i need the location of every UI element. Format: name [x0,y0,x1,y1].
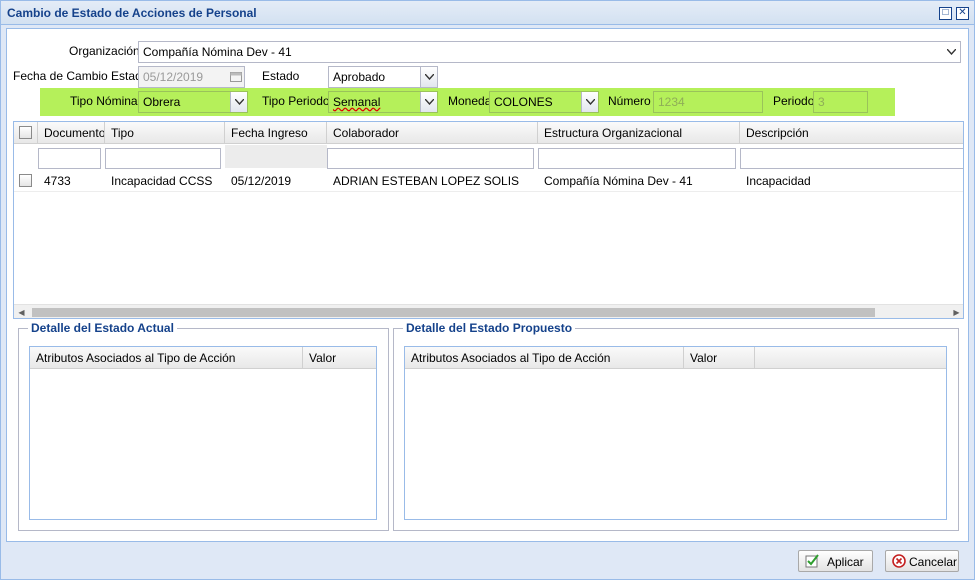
acciones-grid: Documento Tipo Fecha Ingreso Colaborador… [13,121,964,319]
fecha-value: 05/12/2019 [143,70,204,84]
filter-descripcion-input[interactable] [740,148,963,169]
numero-label: Número [608,94,651,108]
estado-value: Aprobado [333,70,386,84]
moneda-combo[interactable]: COLONES [489,91,599,113]
tipo-nomina-combo[interactable]: Obrera [138,91,248,113]
tipo-periodo-value: Semanal [333,95,381,109]
title-bar[interactable]: Cambio de Estado de Acciones de Personal… [1,1,974,25]
tipo-nomina-label: Tipo Nómina [70,94,138,108]
col-descripcion[interactable]: Descripción [740,122,963,144]
cell-fecha-ingreso: 05/12/2019 [231,174,292,188]
cell-estructura: Compañía Nómina Dev - 41 [544,174,693,188]
table-row[interactable]: 4733 Incapacidad CCSS 05/12/2019 ADRIAN … [14,169,963,192]
fecha-label: Fecha de Cambio Estado [13,69,149,83]
estado-combo[interactable]: Aprobado [328,66,438,88]
tipo-periodo-label: Tipo Periodo [262,94,330,108]
chevron-down-icon[interactable] [420,92,437,112]
organizacion-label: Organización [69,44,140,58]
select-all-cell [14,122,38,144]
cancelar-label: Cancelar [909,555,958,569]
scrollbar-thumb[interactable] [32,308,875,317]
col-valor[interactable]: Valor [684,347,755,369]
col-atributos[interactable]: Atributos Asociados al Tipo de Acción [30,347,303,369]
chevron-down-icon[interactable] [581,92,598,112]
chevron-down-icon[interactable] [230,92,247,112]
dialog-window: Cambio de Estado de Acciones de Personal… [0,0,975,580]
col-atributos[interactable]: Atributos Asociados al Tipo de Acción [405,347,684,369]
moneda-label: Moneda [448,94,492,108]
window-title: Cambio de Estado de Acciones de Personal [7,6,257,20]
detalle-actual-grid: Atributos Asociados al Tipo de Acción Va… [29,346,377,520]
numero-field[interactable]: 1234 [653,91,763,113]
detalle-propuesto-fieldset: Detalle del Estado Propuesto Atributos A… [393,321,959,531]
fecha-field[interactable]: 05/12/2019 [138,66,245,88]
calendar-icon[interactable] [229,68,243,86]
scroll-left-icon[interactable]: ◀ [14,305,29,318]
col-estructura[interactable]: Estructura Organizacional [538,122,740,144]
filter-documento-input[interactable] [38,148,101,169]
aplicar-label: Aplicar [827,555,864,569]
cancel-icon [892,554,906,571]
organizacion-combo[interactable]: Compañía Nómina Dev - 41 [138,41,961,63]
cell-colaborador: ADRIAN ESTEBAN LOPEZ SOLIS [333,174,520,188]
col-fecha-ingreso[interactable]: Fecha Ingreso [225,122,327,144]
col-valor[interactable]: Valor [303,347,376,369]
col-documento[interactable]: Documento [38,122,105,144]
row-checkbox[interactable] [19,174,32,187]
check-icon [805,554,819,571]
filter-row [14,145,963,169]
filter-fecha-empty [225,145,327,168]
periodo-label: Periodo [773,94,815,108]
maximize-icon[interactable]: □ [939,7,952,20]
filter-tipo-input[interactable] [105,148,221,169]
horizontal-scrollbar[interactable]: ◀ ▶ [14,304,963,318]
detalle-propuesto-legend: Detalle del Estado Propuesto [403,321,576,335]
close-icon[interactable]: ✕ [956,7,969,20]
tipo-periodo-combo[interactable]: Semanal [328,91,438,113]
cell-documento: 4733 [44,174,71,188]
detalle-actual-legend: Detalle del Estado Actual [28,321,177,335]
col-tipo[interactable]: Tipo [105,122,225,144]
filter-colaborador-input[interactable] [327,148,534,169]
organizacion-value: Compañía Nómina Dev - 41 [143,45,292,59]
cancelar-button[interactable]: Cancelar [885,550,959,572]
detalle-propuesto-grid: Atributos Asociados al Tipo de Acción Va… [404,346,947,520]
periodo-value: 3 [818,95,825,109]
detalle-actual-header: Atributos Asociados al Tipo de Acción Va… [30,347,376,369]
col-colaborador[interactable]: Colaborador [327,122,538,144]
detalle-actual-fieldset: Detalle del Estado Actual Atributos Asoc… [18,321,389,531]
cell-tipo: Incapacidad CCSS [111,174,213,188]
scroll-right-icon[interactable]: ▶ [949,305,963,318]
tipo-nomina-value: Obrera [143,95,181,109]
numero-value: 1234 [658,95,685,109]
chevron-down-icon[interactable] [420,67,437,87]
detalle-propuesto-header: Atributos Asociados al Tipo de Acción Va… [405,347,946,369]
moneda-value: COLONES [494,95,553,109]
aplicar-button[interactable]: Aplicar [798,550,873,572]
estado-label: Estado [262,69,300,83]
periodo-field[interactable]: 3 [813,91,868,113]
filter-estructura-input[interactable] [538,148,736,169]
grid-header: Documento Tipo Fecha Ingreso Colaborador… [14,122,963,144]
chevron-down-icon[interactable] [943,42,960,62]
cell-descripcion: Incapacidad [746,174,811,188]
select-all-checkbox[interactable] [19,126,32,139]
